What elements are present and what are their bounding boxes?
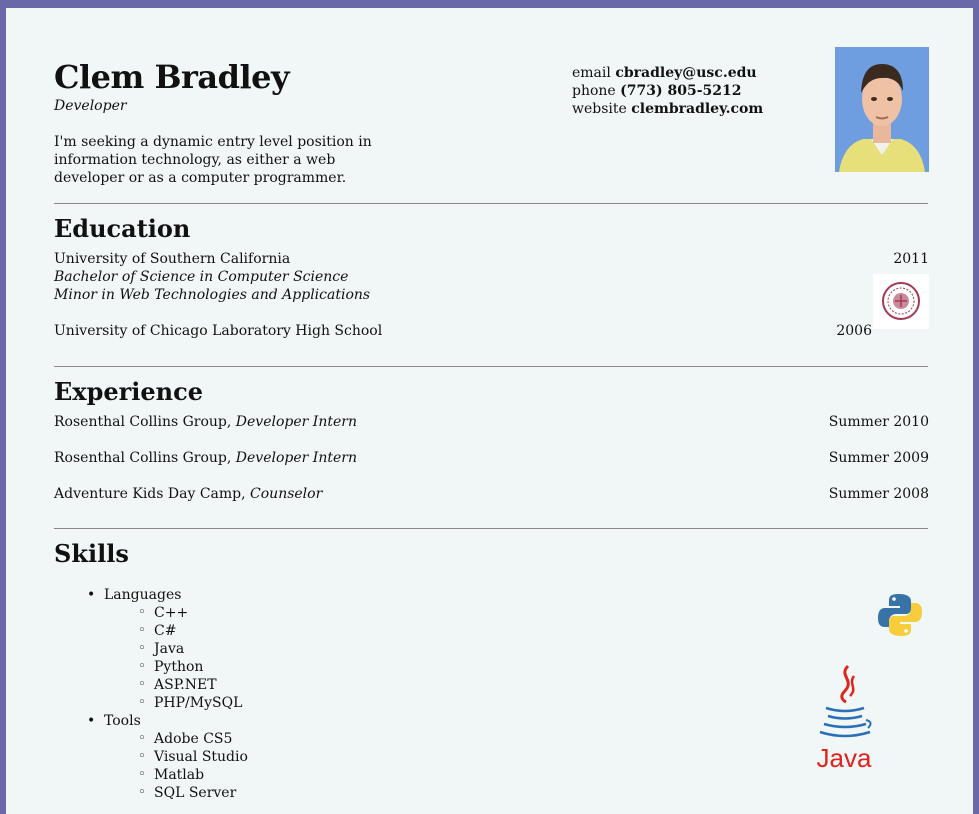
- phone-value: (773) 805-5212: [620, 83, 742, 99]
- experience-item-1: Rosenthal Collins Group, Developer Inter…: [54, 413, 357, 431]
- phone-line: phone (773) 805-5212: [572, 82, 763, 100]
- education-school-1: University of Southern California: [54, 251, 291, 267]
- education-school-2: University of Chicago Laboratory High Sc…: [54, 323, 383, 339]
- university-seal-icon: [873, 274, 929, 329]
- skill-item: ASP.NET: [104, 676, 248, 694]
- experience-date-1: Summer 2010: [828, 414, 929, 430]
- website-label: website: [572, 101, 627, 117]
- email-value[interactable]: cbradley@usc.edu: [615, 65, 756, 81]
- python-logo-icon: [877, 592, 923, 638]
- person-name: Clem Bradley: [54, 58, 290, 96]
- experience-role-2: Developer Intern: [235, 450, 357, 466]
- skills-category-languages: Languages C++ C# Java Python ASP.NET PHP…: [54, 586, 248, 712]
- experience-role-1: Developer Intern: [235, 414, 357, 430]
- resume-page: Clem Bradley Developer I'm seeking a dyn…: [6, 8, 973, 814]
- divider-3: [54, 528, 928, 529]
- education-heading: Education: [54, 214, 191, 243]
- experience-item-3: Adventure Kids Day Camp, Counselor: [54, 485, 322, 503]
- skill-item: SQL Server: [104, 784, 248, 802]
- job-title: Developer: [54, 98, 127, 114]
- java-logo-text: Java: [817, 743, 872, 773]
- education-minor: Minor in Web Technologies and Applicatio…: [54, 287, 371, 303]
- skill-item: Visual Studio: [104, 748, 248, 766]
- divider-1: [54, 203, 928, 204]
- skill-item: Java: [104, 640, 248, 658]
- email-line: email cbradley@usc.edu: [572, 64, 763, 82]
- experience-date-2: Summer 2009: [828, 450, 929, 466]
- java-logo-icon: Java: [814, 664, 876, 774]
- skill-item: C#: [104, 622, 248, 640]
- skills-heading: Skills: [54, 539, 129, 568]
- experience-heading: Experience: [54, 377, 204, 406]
- website-value[interactable]: clembradley.com: [631, 101, 763, 117]
- experience-role-3: Counselor: [250, 486, 323, 502]
- experience-org-1: Rosenthal Collins Group,: [54, 414, 232, 430]
- education-year-2: 2006: [836, 323, 872, 339]
- experience-item-2: Rosenthal Collins Group, Developer Inter…: [54, 449, 357, 467]
- skill-item: Matlab: [104, 766, 248, 784]
- skill-item: Python: [104, 658, 248, 676]
- skill-item: PHP/MySQL: [104, 694, 248, 712]
- contact-block: email cbradley@usc.edu phone (773) 805-5…: [572, 64, 763, 118]
- objective-text: I'm seeking a dynamic entry level positi…: [54, 134, 372, 186]
- skills-list: Languages C++ C# Java Python ASP.NET PHP…: [54, 586, 248, 802]
- education-year-1: 2011: [893, 251, 929, 267]
- email-label: email: [572, 65, 611, 81]
- languages-label: Languages: [104, 587, 182, 603]
- skill-item: C++: [104, 604, 248, 622]
- skill-item: Adobe CS5: [104, 730, 248, 748]
- education-degree: Bachelor of Science in Computer Science: [54, 269, 349, 285]
- experience-org-3: Adventure Kids Day Camp,: [54, 486, 246, 502]
- experience-date-3: Summer 2008: [828, 486, 929, 502]
- divider-2: [54, 366, 928, 367]
- skills-category-tools: Tools Adobe CS5 Visual Studio Matlab SQL…: [54, 712, 248, 802]
- phone-label: phone: [572, 83, 616, 99]
- profile-photo: [835, 47, 929, 172]
- experience-org-2: Rosenthal Collins Group,: [54, 450, 232, 466]
- website-line: website clembradley.com: [572, 100, 763, 118]
- tools-label: Tools: [104, 713, 141, 729]
